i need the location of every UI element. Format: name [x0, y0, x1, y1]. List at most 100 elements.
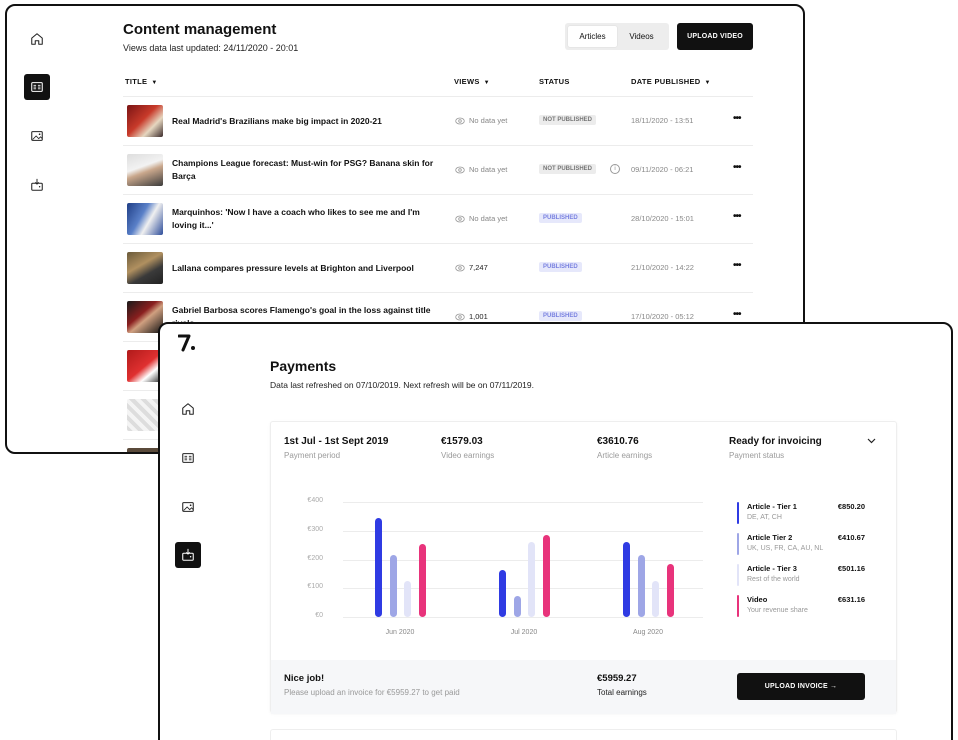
views-value: No data yet — [469, 165, 508, 174]
views-value: No data yet — [469, 116, 508, 125]
sort-caret-icon: ▼ — [151, 80, 158, 86]
articles-icon — [31, 82, 43, 92]
chart-bar — [528, 541, 535, 617]
legend-name: Article - Tier 3 — [747, 564, 797, 573]
image-icon — [182, 502, 194, 512]
article-title: Champions League forecast: Must-win for … — [172, 158, 434, 181]
chevron-down-icon[interactable] — [867, 436, 876, 446]
y-tick-label: €300 — [307, 525, 323, 533]
status-badge: NOT PUBLISHED — [539, 164, 597, 174]
chart-bar — [666, 563, 674, 617]
payment-status: Ready for invoicing Payment status — [729, 436, 822, 460]
status-badge: PUBLISHED — [539, 213, 582, 223]
table-row[interactable]: Real Madrid's Brazilians make big impact… — [123, 96, 753, 145]
article-title: Marquinhos: 'Now I have a coach who like… — [172, 207, 420, 230]
legend-item: Article - Tier 1 DE, AT, CH €850.20 — [737, 502, 865, 524]
more-horizontal-icon[interactable]: ••• — [733, 260, 741, 271]
nav-media[interactable] — [24, 123, 50, 149]
column-title[interactable]: TITLE ▼ — [125, 77, 158, 86]
nav-payments[interactable] — [24, 172, 50, 198]
legend-sub: Rest of the world — [747, 576, 800, 583]
payment-status-label: Payment status — [729, 451, 785, 460]
nav-media[interactable] — [175, 494, 201, 520]
chart-bar — [375, 517, 382, 617]
info-icon[interactable]: i — [610, 164, 620, 174]
more-horizontal-icon[interactable]: ••• — [733, 162, 741, 173]
article-thumbnail — [127, 252, 163, 284]
date-published: 17/10/2020 - 05:12 — [631, 312, 694, 321]
views-value: 1,001 — [469, 312, 488, 321]
y-tick-label: €400 — [307, 497, 323, 504]
total-earnings-value: €5959.27 — [597, 673, 637, 684]
page-title: Payments — [270, 358, 337, 374]
column-views[interactable]: VIEWS ▼ — [454, 77, 490, 86]
column-title-label: TITLE — [125, 77, 148, 86]
x-tick-label: Jun 2020 — [385, 629, 415, 636]
article-thumbnail — [127, 203, 163, 235]
payments-window: Payments Data last refreshed on 07/10/20… — [158, 322, 953, 740]
date-published: 09/11/2020 - 06:21 — [631, 165, 694, 174]
date-published: 28/10/2020 - 15:01 — [631, 214, 694, 223]
legend-amount: €631.16 — [837, 595, 865, 604]
legend-sub: Your revenue share — [747, 607, 808, 614]
tab-articles[interactable]: Articles — [568, 26, 617, 47]
articles-icon — [182, 453, 194, 463]
wallet-download-icon — [31, 178, 43, 191]
upload-invoice-button[interactable]: UPLOAD INVOICE → — [737, 673, 865, 700]
views-value: No data yet — [469, 214, 508, 223]
tab-videos[interactable]: Videos — [617, 26, 666, 47]
eye-icon — [455, 166, 465, 173]
grid-line — [343, 617, 703, 618]
invoice-footer: Nice job! Please upload an invoice for €… — [271, 660, 896, 714]
date-published: 21/10/2020 - 14:22 — [631, 263, 694, 272]
y-tick-label: €200 — [307, 554, 323, 562]
views-cell: 1,001 — [455, 312, 488, 321]
article-title: Lallana compares pressure levels at Brig… — [172, 263, 414, 273]
legend-swatch — [737, 595, 739, 617]
legend-name: Article - Tier 1 — [747, 502, 797, 511]
earnings-chart: €400 €300 €200 €100 €0 Jun 2020 Jul 2020 Aug 20… — [271, 422, 711, 658]
nav-articles[interactable] — [175, 445, 201, 471]
legend-amount: €850.20 — [837, 502, 865, 511]
nav-home[interactable] — [24, 26, 50, 52]
legend-sub: DE, AT, CH — [747, 514, 782, 521]
brand-logo — [178, 334, 195, 352]
chart-bar — [404, 581, 411, 617]
table-row[interactable]: Lallana compares pressure levels at Brig… — [123, 243, 753, 292]
content-type-toggle: Articles Videos — [565, 23, 669, 50]
chart-bar — [652, 581, 659, 617]
table-row[interactable]: Marquinhos: 'Now I have a coach who like… — [123, 194, 753, 243]
table-row[interactable]: Champions League forecast: Must-win for … — [123, 145, 753, 194]
legend-item: Article Tier 2 UK, US, FR, CA, AU, NL €4… — [737, 533, 865, 555]
chart-bar — [637, 555, 645, 617]
legend-amount: €410.67 — [837, 533, 865, 542]
eye-icon — [455, 117, 465, 124]
grid-line — [343, 530, 703, 532]
legend-swatch — [737, 564, 739, 586]
nav-payments[interactable] — [175, 542, 201, 568]
views-value: 7,247 — [469, 263, 488, 272]
column-date-label: DATE PUBLISHED — [631, 77, 701, 86]
nav-home[interactable] — [175, 396, 201, 422]
more-horizontal-icon[interactable]: ••• — [733, 113, 741, 124]
more-horizontal-icon[interactable]: ••• — [733, 211, 741, 222]
column-date[interactable]: DATE PUBLISHED ▼ — [631, 77, 711, 86]
page-title: Content management — [123, 21, 277, 38]
total-earnings-label: Total earnings — [597, 688, 647, 697]
column-status: STATUS — [539, 77, 570, 86]
views-cell: 7,247 — [455, 263, 488, 272]
grid-line — [343, 588, 703, 590]
sort-caret-icon: ▼ — [704, 80, 711, 86]
footer-heading: Nice job! — [284, 673, 325, 684]
upload-video-button[interactable]: UPLOAD VIDEO — [677, 23, 753, 50]
nav-articles[interactable] — [24, 74, 50, 100]
views-cell: No data yet — [455, 214, 507, 223]
legend-name: Article Tier 2 — [747, 533, 793, 542]
more-horizontal-icon[interactable]: ••• — [733, 309, 741, 320]
y-tick-label: €0 — [315, 612, 323, 619]
grid-line — [343, 559, 703, 561]
legend-sub: UK, US, FR, CA, AU, NL — [747, 545, 824, 552]
legend-swatch — [737, 502, 739, 524]
legend-amount: €501.16 — [837, 564, 865, 573]
image-icon — [31, 131, 43, 141]
